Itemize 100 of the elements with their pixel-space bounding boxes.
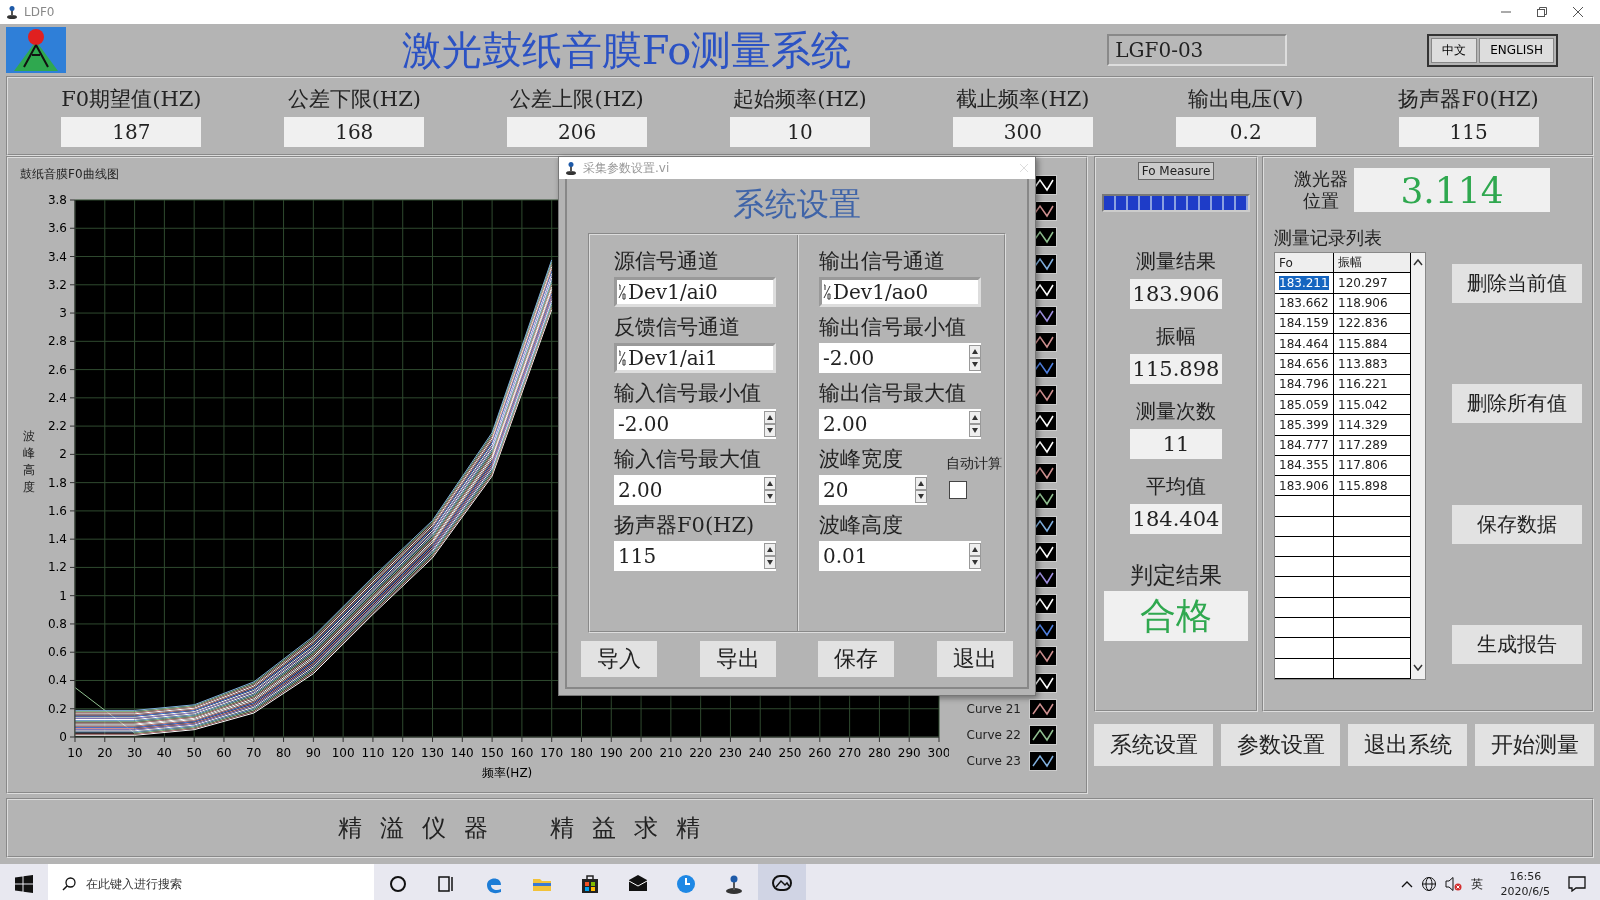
x-tick-label: 250	[778, 746, 802, 760]
x-tick-label: 120	[391, 746, 415, 760]
x-tick-label: 190	[599, 746, 623, 760]
field-label: 输入信号最小值	[614, 380, 761, 407]
y-tick-label: 0.4	[47, 673, 67, 688]
legend-label: Curve 22	[966, 728, 1021, 743]
x-tick-label: 170	[540, 746, 564, 760]
legend-label: Curve 21	[966, 701, 1021, 716]
y-tick-label: 2.2	[47, 419, 67, 434]
y-tick-label: 1.8	[47, 475, 67, 490]
laser-label: 激光器位置	[1294, 168, 1348, 212]
x-tick-label: 160	[510, 746, 534, 760]
x-tick-label: 270	[838, 746, 862, 760]
y-tick-label: 3.6	[47, 221, 67, 236]
param-value: 187	[61, 117, 202, 147]
column-header: Fo	[1275, 253, 1334, 273]
param-value: 168	[284, 117, 425, 147]
x-tick-label: 240	[748, 746, 772, 760]
field-label: 输出信号最大值	[819, 380, 966, 407]
chart-title: 鼓纸音膜F0曲线图	[20, 166, 119, 183]
x-tick-label: 280	[867, 746, 891, 760]
y-tick-label: 1.2	[47, 560, 67, 575]
y-tick-label: 1.4	[47, 532, 67, 547]
y-tick-label: 0.6	[47, 645, 67, 660]
y-tick-label: 2.8	[47, 334, 67, 349]
reading-label: 测量次数	[1136, 398, 1216, 425]
field-label: 输出信号最小值	[819, 314, 966, 341]
param-value: 206	[507, 117, 648, 147]
x-tick-label: 90	[305, 746, 321, 760]
y-tick-label: 3.4	[47, 249, 67, 264]
dialog-title: 采集参数设置.vi	[583, 159, 670, 177]
x-tick-label: 70	[246, 746, 262, 760]
y-tick-label: 3.2	[47, 277, 67, 292]
x-tick-label: 150	[480, 746, 504, 760]
window-title: LDF0	[24, 5, 55, 19]
x-tick-label: 140	[450, 746, 474, 760]
y-axis-title: 波峰高度	[23, 428, 35, 496]
y-tick-label: 3	[59, 306, 67, 321]
reading-value: 115.898	[1130, 354, 1222, 384]
y-tick-label: 0.2	[47, 701, 67, 716]
x-tick-label: 230	[719, 746, 742, 760]
x-tick-label: 20	[97, 746, 113, 760]
app-title: 激光鼓纸音膜Fo测量系统	[400, 25, 853, 75]
y-tick-label: 1.6	[47, 503, 67, 518]
y-tick-label: 2	[59, 447, 67, 462]
x-tick-label: 210	[659, 746, 683, 760]
x-tick-label: 60	[216, 746, 232, 760]
laser-value: 3.114	[1354, 168, 1550, 212]
x-tick-label: 30	[126, 746, 143, 760]
x-tick-label: 300	[927, 746, 949, 760]
field-label: 输出信号通道	[819, 248, 945, 275]
reading-value: 11	[1130, 429, 1222, 459]
field-label: 波峰高度	[819, 512, 903, 539]
y-tick-label: 2.6	[47, 362, 67, 377]
x-tick-label: 200	[629, 746, 653, 760]
x-tick-label: 180	[570, 746, 593, 760]
x-tick-label: 80	[275, 746, 292, 760]
verdict-value: 合格	[1104, 591, 1248, 641]
field-label: 波峰宽度	[819, 446, 903, 473]
field-label: 扬声器F0(HZ)	[614, 512, 755, 539]
field-label: 源信号通道	[614, 248, 719, 275]
x-tick-label: 100	[331, 746, 355, 760]
x-tick-label: 110	[361, 746, 385, 760]
x-tick-label: 40	[156, 746, 172, 760]
param-label: 扬声器F0(HZ)	[1398, 86, 1539, 113]
param-value: 10	[730, 117, 870, 147]
y-tick-label: 1	[59, 588, 67, 603]
column-header: 振幅	[1333, 253, 1411, 273]
y-tick-label: 0.8	[47, 616, 67, 631]
x-tick-label: 220	[689, 746, 713, 760]
param-label: 截止频率(HZ)	[956, 86, 1090, 113]
field-label: 输入信号最大值	[614, 446, 761, 473]
y-tick-label: 3.8	[47, 193, 67, 207]
slogan: 精溢仪器	[338, 813, 506, 844]
param-label: 公差下限(HZ)	[287, 86, 421, 113]
reading-label: 测量结果	[1136, 248, 1216, 275]
legend-label: Curve 23	[966, 754, 1021, 769]
param-value: 115	[1398, 117, 1539, 147]
reading-value: 183.906	[1130, 279, 1222, 309]
param-value: 0.2	[1175, 117, 1316, 147]
x-tick-label: 290	[897, 746, 921, 760]
x-tick-label: 130	[421, 746, 444, 760]
model-display: LGF0-03	[1107, 34, 1288, 66]
reading-label: 振幅	[1156, 323, 1196, 350]
param-label: 公差上限(HZ)	[510, 86, 644, 113]
y-tick-label: 0	[59, 730, 67, 744]
param-label: 输出电压(V)	[1187, 86, 1304, 113]
x-tick-label: 260	[808, 746, 832, 760]
x-axis-title: 频率(HZ)	[481, 766, 533, 778]
param-label: 起始频率(HZ)	[733, 86, 867, 113]
table-title: 测量记录列表	[1274, 226, 1383, 250]
param-label: F0期望值(HZ)	[61, 86, 202, 113]
field-label: 反馈信号通道	[614, 314, 740, 341]
checkbox-label: 自动计算	[946, 455, 1002, 473]
y-tick-label: 2.4	[47, 390, 67, 405]
dialog-heading: 系统设置	[733, 184, 861, 225]
reading-value: 184.404	[1130, 504, 1222, 534]
reading-label: 平均值	[1146, 473, 1206, 500]
param-value: 300	[952, 117, 1093, 147]
verdict-label: 判定结果	[1130, 561, 1222, 590]
